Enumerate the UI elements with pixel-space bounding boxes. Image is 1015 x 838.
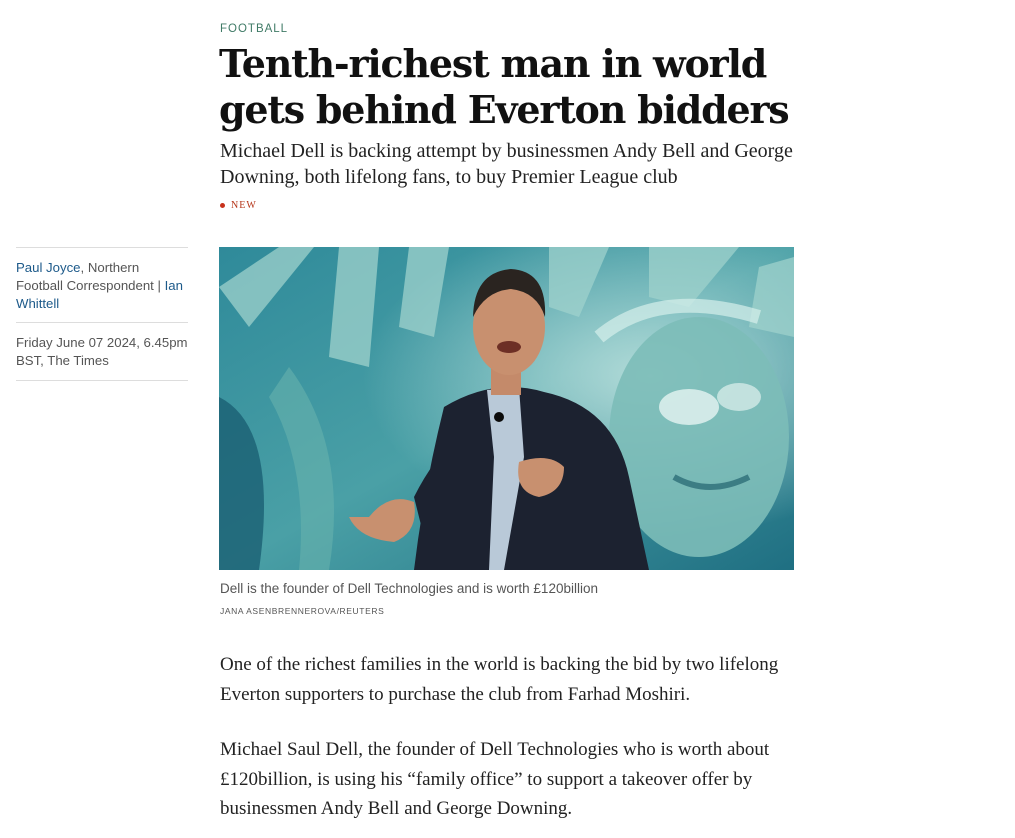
article-standfirst: Michael Dell is backing attempt by busin… [220,140,793,188]
new-badge-label: NEW [231,200,257,211]
article-headline: Tenth-richest man in world gets behind E… [219,41,790,132]
image-credit: JANA ASENBRENNEROVA/REUTERS [220,606,385,616]
new-dot-icon [220,203,225,208]
author-link-paul-joyce[interactable]: Paul Joyce [16,260,81,275]
image-caption: Dell is the founder of Dell Technologies… [220,581,598,596]
byline: Paul Joyce, Northern Football Correspond… [16,247,188,381]
section-label[interactable]: FOOTBALL [220,23,288,35]
body-paragraph-2: Michael Saul Dell, the founder of Dell T… [220,739,770,819]
body-paragraph-1: One of the richest families in the world… [220,654,779,705]
publish-date: Friday June 07 2024, 6.45pm BST, The Tim… [16,323,188,381]
hero-photo-illustration [219,247,794,570]
hero-image [219,247,794,570]
byline-authors: Paul Joyce, Northern Football Correspond… [16,248,188,323]
new-badge: NEW [220,200,257,211]
